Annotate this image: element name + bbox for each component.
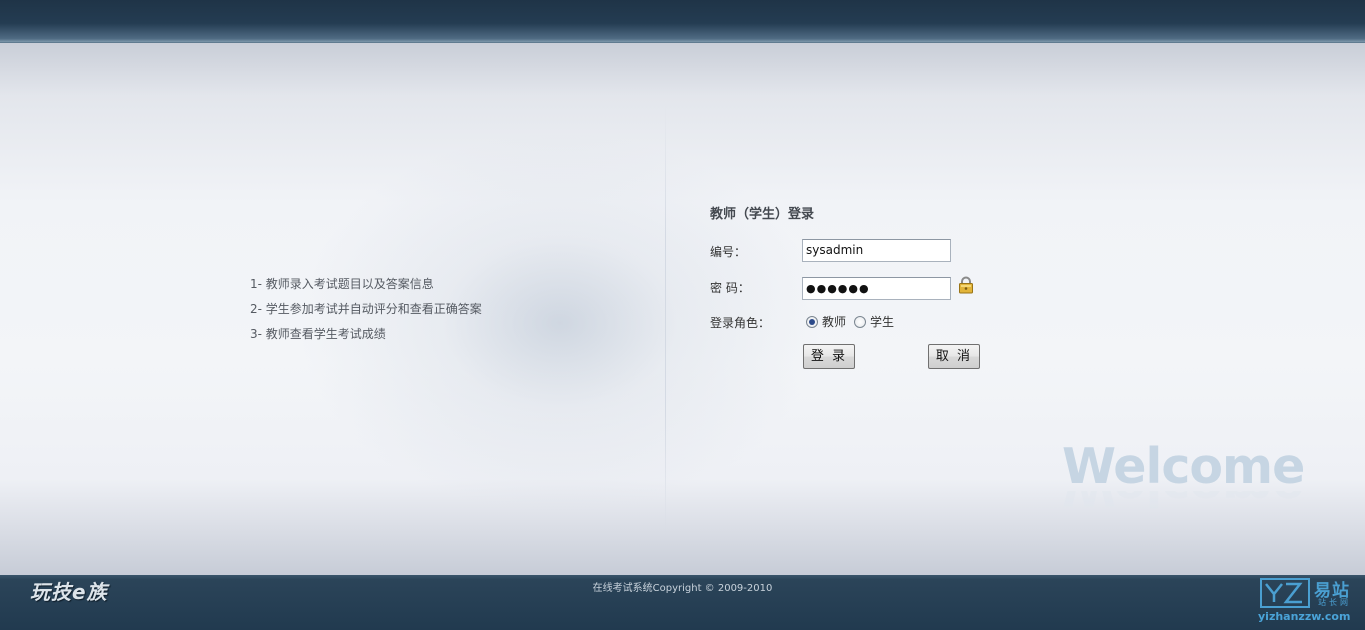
id-label: 编号：	[710, 245, 747, 259]
role-radio-group: 教师 学生	[806, 313, 902, 330]
top-bar	[0, 0, 1365, 43]
role-radio-student[interactable]	[854, 315, 867, 328]
watermark: 易站 站长网 yizhanzzw.com	[1258, 575, 1365, 630]
role-label: 登录角色：	[710, 316, 771, 330]
feature-item: 2- 学生参加考试并自动评分和查看正确答案	[250, 302, 482, 316]
main-area: 1- 教师录入考试题目以及答案信息 2- 学生参加考试并自动评分和查看正确答案 …	[0, 43, 1365, 575]
cancel-button[interactable]: 取 消	[928, 344, 980, 369]
lock-icon	[959, 276, 973, 294]
copyright-text: 在线考试系统Copyright © 2009-2010	[592, 583, 773, 594]
password-label: 密 码：	[710, 281, 750, 295]
role-option-teacher[interactable]: 教师	[822, 313, 846, 330]
login-title: 教师（学生）登录	[710, 207, 815, 222]
role-radio-teacher[interactable]	[806, 315, 818, 328]
watermark-logo-icon	[1260, 578, 1310, 608]
welcome-reflection: Welcome	[1062, 491, 1304, 513]
center-divider	[665, 103, 666, 543]
welcome-text: Welcome	[1062, 438, 1305, 495]
feature-list: 1- 教师录入考试题目以及答案信息 2- 学生参加考试并自动评分和查看正确答案 …	[250, 275, 482, 350]
feature-item: 1- 教师录入考试题目以及答案信息	[250, 277, 434, 291]
footer: 玩技e族 在线考试系统Copyright © 2009-2010 易站 站长网 …	[0, 575, 1365, 630]
role-option-student[interactable]: 学生	[870, 313, 894, 330]
watermark-subtitle: 站长网	[1318, 598, 1351, 607]
watermark-url: yizhanzzw.com	[1258, 610, 1351, 623]
password-input[interactable]: ●●●●●●	[802, 277, 951, 300]
login-button[interactable]: 登 录	[803, 344, 855, 369]
id-input[interactable]: sysadmin	[802, 239, 951, 262]
feature-item: 3- 教师查看学生考试成绩	[250, 327, 386, 341]
